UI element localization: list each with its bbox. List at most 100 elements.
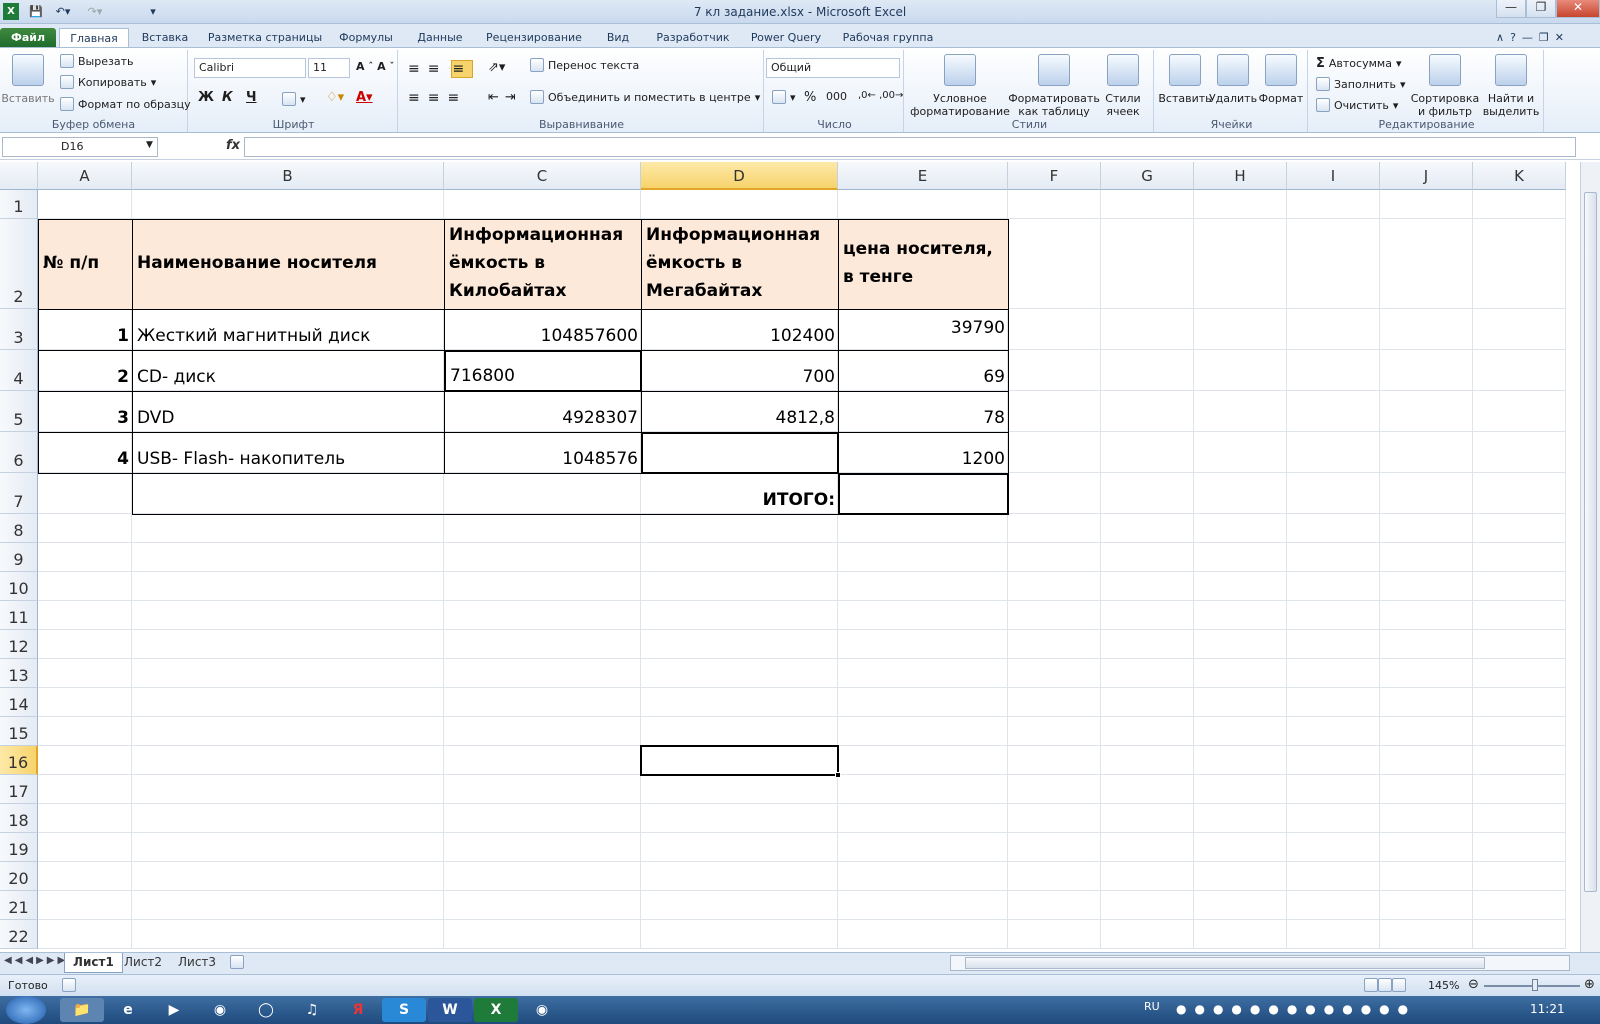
cell-price[interactable]: 39790 bbox=[838, 309, 1009, 351]
tab-developer[interactable]: Разработчик bbox=[650, 28, 736, 48]
cell-kb[interactable]: 716800 bbox=[444, 350, 642, 392]
tab-review[interactable]: Рецензирование bbox=[482, 28, 586, 48]
row-header-16[interactable]: 16 bbox=[0, 746, 38, 775]
row-header-10[interactable]: 10 bbox=[0, 572, 38, 601]
chrome-icon[interactable]: ◉ bbox=[198, 998, 242, 1022]
cell-number[interactable]: 1 bbox=[38, 309, 133, 351]
tab-insert[interactable]: Вставка bbox=[135, 28, 195, 48]
header-kb[interactable]: Информационная ёмкость в Килобайтах bbox=[444, 219, 642, 310]
tab-formulas[interactable]: Формулы bbox=[335, 28, 397, 48]
italic-button[interactable]: К bbox=[222, 90, 233, 105]
row-header-3[interactable]: 3 bbox=[0, 309, 38, 350]
name-box-dropdown-icon[interactable]: ▼ bbox=[146, 140, 153, 150]
column-header-b[interactable]: B bbox=[132, 162, 444, 190]
zoom-slider-thumb[interactable] bbox=[1532, 979, 1538, 991]
column-header-a[interactable]: A bbox=[38, 162, 132, 190]
zoom-in-icon[interactable]: ⊕ bbox=[1584, 977, 1595, 992]
fill-button[interactable]: Заполнить ▾ bbox=[1316, 77, 1406, 91]
chrome-window-icon[interactable]: ◉ bbox=[520, 998, 564, 1022]
name-box[interactable]: D16 bbox=[2, 137, 158, 157]
format-cells-button[interactable]: Формат bbox=[1258, 54, 1304, 105]
cell-mb[interactable]: 102400 bbox=[641, 309, 839, 351]
row-header-15[interactable]: 15 bbox=[0, 717, 38, 746]
cell-price[interactable]: 1200 bbox=[838, 432, 1009, 474]
tab-home[interactable]: Главная bbox=[59, 28, 129, 48]
cell-media-name[interactable]: USB- Flash- накопитель bbox=[132, 432, 445, 474]
row-header-9[interactable]: 9 bbox=[0, 543, 38, 572]
cell-kb[interactable]: 104857600 bbox=[444, 309, 642, 351]
skype-icon[interactable]: S bbox=[382, 998, 426, 1022]
restore-button[interactable]: ❐ bbox=[1526, 0, 1556, 18]
page-break-icon[interactable] bbox=[1392, 978, 1406, 992]
paste-button[interactable]: Вставить bbox=[1, 54, 55, 105]
fill-color-button[interactable]: ♢▾ bbox=[326, 90, 344, 105]
bold-button[interactable]: Ж bbox=[198, 90, 214, 105]
row-header-12[interactable]: 12 bbox=[0, 630, 38, 659]
cell-mb[interactable]: 700 bbox=[641, 350, 839, 392]
row-header-4[interactable]: 4 bbox=[0, 350, 38, 391]
sheet-tab-1[interactable]: Лист1 bbox=[64, 953, 123, 973]
close-button[interactable]: ✕ bbox=[1556, 0, 1600, 18]
media-player-icon[interactable]: ▶ bbox=[152, 998, 196, 1022]
fill-handle[interactable] bbox=[835, 772, 841, 778]
row-header-8[interactable]: 8 bbox=[0, 514, 38, 543]
page-layout-icon[interactable] bbox=[1378, 978, 1392, 992]
cell-styles-button[interactable]: Стили ячеек bbox=[1098, 54, 1148, 118]
insert-cells-button[interactable]: Вставить bbox=[1158, 54, 1212, 105]
vertical-scrollbar[interactable] bbox=[1580, 162, 1600, 952]
zoom-out-icon[interactable]: ⊖ bbox=[1468, 977, 1479, 992]
explorer-icon[interactable]: 📁 bbox=[60, 998, 104, 1022]
row-header-11[interactable]: 11 bbox=[0, 601, 38, 630]
column-header-i[interactable]: I bbox=[1287, 162, 1380, 190]
cell-kb[interactable]: 4928307 bbox=[444, 391, 642, 433]
language-indicator[interactable]: RU bbox=[1144, 1000, 1160, 1013]
row-header-14[interactable]: 14 bbox=[0, 688, 38, 717]
thousands-button[interactable]: 000 bbox=[826, 90, 847, 103]
horizontal-align-buttons[interactable]: ≡≡≡ bbox=[408, 90, 467, 106]
yandex-icon[interactable]: Я bbox=[336, 998, 380, 1022]
tab-view[interactable]: Вид bbox=[598, 28, 638, 48]
tray-icons[interactable]: ●●●●●●●●●●●●● bbox=[1176, 1002, 1416, 1016]
sort-filter-button[interactable]: Сортировка и фильтр bbox=[1410, 54, 1480, 118]
cell-price[interactable]: 69 bbox=[838, 350, 1009, 392]
header-name[interactable]: Наименование носителя bbox=[132, 219, 445, 310]
view-buttons[interactable] bbox=[1364, 978, 1406, 995]
font-size-select[interactable]: 11 bbox=[308, 58, 350, 78]
row-header-6[interactable]: 6 bbox=[0, 432, 38, 473]
grow-font-button[interactable]: Aˆ Aˇ bbox=[356, 60, 394, 73]
row-header-17[interactable]: 17 bbox=[0, 775, 38, 804]
tab-power-query[interactable]: Power Query bbox=[746, 28, 826, 48]
sheet-tab-3[interactable]: Лист3 bbox=[170, 953, 224, 973]
fx-icon[interactable]: fx bbox=[226, 138, 240, 153]
currency-button[interactable]: ▾ bbox=[772, 90, 796, 104]
number-format-select[interactable]: Общий bbox=[766, 58, 900, 78]
total-label[interactable]: ИТОГО: bbox=[132, 473, 839, 515]
header-mb[interactable]: Информационная ёмкость в Мегабайтах bbox=[641, 219, 839, 310]
copy-button[interactable]: Копировать ▾ bbox=[60, 75, 156, 89]
clear-button[interactable]: Очистить ▾ bbox=[1316, 98, 1398, 112]
format-painter-button[interactable]: Формат по образцу bbox=[60, 97, 191, 111]
cell-number[interactable]: 3 bbox=[38, 391, 133, 433]
normal-view-icon[interactable] bbox=[1364, 978, 1378, 992]
cell-mb[interactable]: 4812,8 bbox=[641, 391, 839, 433]
underline-button[interactable]: Ч bbox=[246, 90, 257, 105]
orientation-button[interactable]: ⇗▾ bbox=[488, 60, 505, 75]
cell-kb[interactable]: 1048576 bbox=[444, 432, 642, 474]
borders-button[interactable]: ▾ bbox=[282, 92, 306, 106]
selected-cell-d16[interactable] bbox=[640, 745, 841, 778]
clock[interactable]: 11:21 bbox=[1530, 1002, 1565, 1016]
sheet-nav-buttons[interactable]: ◀◀◀▶▶▶ bbox=[4, 955, 68, 966]
header-number[interactable]: № п/п bbox=[38, 219, 133, 310]
firefox-icon[interactable]: ◯ bbox=[244, 998, 288, 1022]
cell-mb[interactable] bbox=[641, 432, 839, 474]
conditional-formatting-button[interactable]: Условное форматирование bbox=[910, 54, 1010, 118]
row-header-2[interactable]: 2 bbox=[0, 219, 38, 309]
header-price[interactable]: цена носителя, в тенге bbox=[838, 219, 1009, 310]
column-header-h[interactable]: H bbox=[1194, 162, 1287, 190]
row-header-22[interactable]: 22 bbox=[0, 920, 38, 949]
row-header-7[interactable]: 7 bbox=[0, 473, 38, 514]
word-icon[interactable]: W bbox=[428, 998, 472, 1022]
vertical-align-buttons[interactable]: ≡≡ ≡ bbox=[408, 60, 474, 78]
decimal-buttons[interactable]: ,0← ,00→ bbox=[858, 90, 903, 101]
column-header-k[interactable]: K bbox=[1473, 162, 1566, 190]
